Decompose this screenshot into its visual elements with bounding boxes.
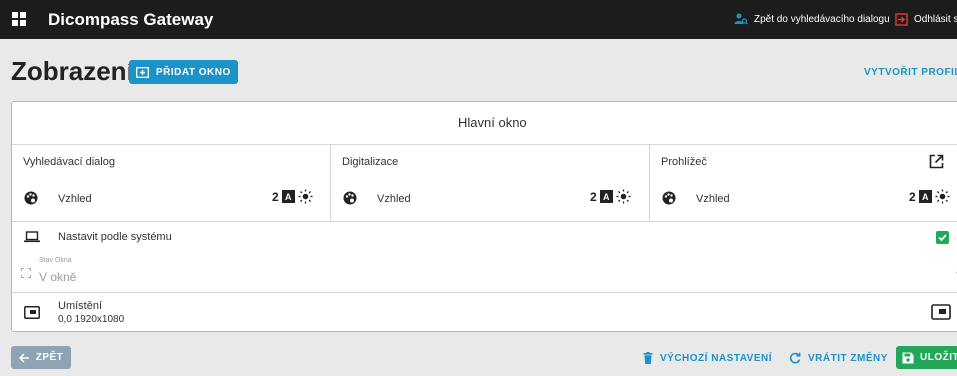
sun-icon: [935, 189, 950, 204]
sun-icon: [616, 189, 631, 204]
revert-label: VRÁTIT ZMĚNY: [808, 352, 888, 364]
card-header: Hlavní okno: [12, 102, 957, 145]
theme-number: 2: [272, 189, 279, 204]
theme-number: 2: [909, 189, 916, 204]
theme-number: 2: [590, 189, 597, 204]
logout-label: Odhlásit se: [914, 14, 957, 25]
appearance-row[interactable]: Vzhled 2 A: [650, 186, 957, 210]
app-title: Dicompass Gateway: [48, 10, 214, 29]
refresh-icon: [789, 352, 801, 364]
back-to-search-link[interactable]: Zpět do vyhledávacího dialogu: [734, 13, 890, 25]
window-state-label: Stav Okna: [39, 257, 72, 264]
appearance-row[interactable]: Vzhled 2 A: [12, 186, 330, 210]
palette-icon: [662, 191, 676, 205]
back-button[interactable]: ZPĚT: [11, 346, 71, 369]
revert-button[interactable]: VRÁTIT ZMĚNY: [789, 352, 888, 364]
placement-value: 0,0 1920x1080: [58, 314, 125, 325]
theme-badge: A: [599, 190, 613, 203]
save-label: ULOŽIT: [920, 352, 957, 363]
arrow-left-icon: [18, 352, 29, 363]
window-state-select[interactable]: [12, 251, 957, 293]
palette-icon: [24, 191, 38, 205]
appearance-row[interactable]: Vzhled 2 A: [331, 186, 649, 210]
check-icon: [938, 234, 947, 242]
theme-badge: A: [281, 190, 295, 203]
column-viewer: Prohlížeč Vzhled 2 A: [650, 145, 957, 222]
system-setting-label: Nastavit podle systému: [58, 231, 172, 243]
fullscreen-icon: [21, 268, 31, 278]
system-setting-checkbox[interactable]: [936, 231, 949, 244]
top-bar: Dicompass Gateway Zpět do vyhledávacího …: [0, 0, 957, 39]
column-title: Prohlížeč: [661, 156, 707, 168]
column-search-dialog: Vyhledávací dialog Vzhled 2 A: [12, 145, 330, 222]
main-window-card: Hlavní okno Vyhledávací dialog Vzhled 2 …: [11, 101, 957, 332]
window-position-icon: [24, 306, 40, 319]
footer-bar: ZPĚT VÝCHOZÍ NASTAVENÍ VRÁTIT ZMĚNY ULOŽ…: [0, 338, 957, 376]
add-window-button[interactable]: PŘIDAT OKNO: [129, 60, 238, 84]
defaults-label: VÝCHOZÍ NASTAVENÍ: [660, 352, 773, 364]
appearance-label: Vzhled: [696, 193, 730, 205]
add-window-icon: [136, 66, 149, 78]
logout-link[interactable]: Odhlásit se: [895, 13, 957, 26]
add-window-label: PŘIDAT OKNO: [156, 66, 231, 78]
save-icon: [902, 352, 914, 363]
column-title: Vyhledávací dialog: [23, 156, 115, 168]
placement-label: Umístění: [58, 300, 103, 312]
create-profile-link[interactable]: VYTVOŘIT PROFIL: [864, 67, 957, 78]
window-state-value: V okně: [39, 270, 77, 284]
appearance-label: Vzhled: [58, 193, 92, 205]
column-title: Digitalizace: [342, 156, 399, 168]
theme-badge: A: [918, 190, 932, 203]
laptop-icon: [24, 231, 40, 243]
card-title: Hlavní okno: [458, 115, 527, 130]
back-to-search-label: Zpět do vyhledávacího dialogu: [754, 13, 890, 25]
placement-row[interactable]: Umístění 0,0 1920x1080: [12, 294, 957, 331]
page-title: Zobrazení: [11, 56, 134, 86]
theme-control[interactable]: 2 A: [272, 189, 313, 204]
palette-icon: [343, 191, 357, 205]
system-setting-row[interactable]: Nastavit podle systému: [12, 223, 957, 251]
theme-control[interactable]: 2 A: [909, 189, 950, 204]
sun-icon: [298, 189, 313, 204]
back-label: ZPĚT: [35, 352, 64, 363]
theme-control[interactable]: 2 A: [590, 189, 631, 204]
appearance-label: Vzhled: [377, 193, 411, 205]
open-external-icon[interactable]: [929, 154, 944, 169]
user-search-icon: [734, 13, 748, 25]
window-position-icon[interactable]: [931, 304, 951, 320]
defaults-button[interactable]: VÝCHOZÍ NASTAVENÍ: [643, 352, 772, 364]
trash-icon: [643, 352, 653, 364]
save-button[interactable]: ULOŽIT: [896, 346, 957, 369]
column-digitization: Digitalizace Vzhled 2 A: [331, 145, 649, 222]
logout-icon: [895, 13, 908, 26]
app-grid-icon[interactable]: [12, 12, 26, 26]
